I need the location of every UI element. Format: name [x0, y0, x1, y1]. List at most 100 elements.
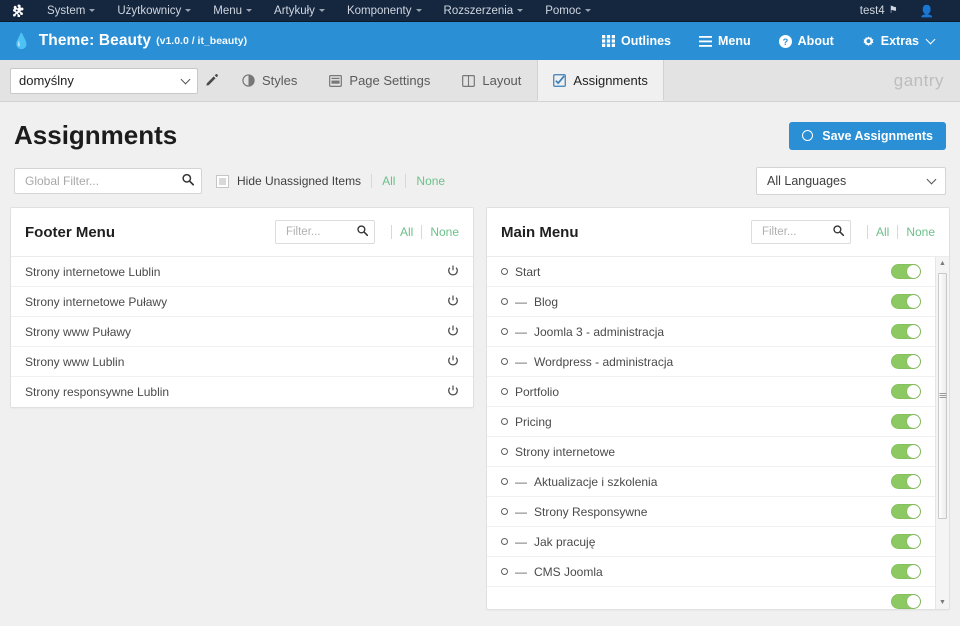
global-filter-input[interactable]	[23, 173, 175, 189]
card-footer-menu: Footer Menu All None Strony internetowe …	[10, 207, 474, 408]
admin-menu-item-menu[interactable]: Menu	[202, 0, 263, 22]
card-filter-input[interactable]	[759, 225, 826, 239]
admin-menu-label: Artykuły	[274, 4, 315, 17]
assignment-toggle[interactable]	[891, 534, 921, 549]
admin-menu-item-articles[interactable]: Artykuły	[263, 0, 336, 22]
theme-nav-extras[interactable]: Extras	[848, 34, 948, 48]
admin-menu-item-help[interactable]: Pomoc	[534, 0, 602, 22]
assignment-toggle[interactable]	[891, 294, 921, 309]
assignment-toggle[interactable]	[891, 444, 921, 459]
table-row[interactable]: — Aktualizacje i szkolenia	[487, 467, 935, 497]
row-label: CMS Joomla	[534, 564, 603, 579]
table-row[interactable]: — Wordpress - administracja	[487, 347, 935, 377]
admin-menu-item-system[interactable]: System	[36, 0, 106, 22]
hide-unassigned-checkbox[interactable]	[216, 174, 229, 188]
caret-icon	[517, 8, 524, 12]
table-row[interactable]: Strony internetowe Lublin	[11, 257, 473, 287]
table-row[interactable]: Strony internetowe Puławy	[11, 287, 473, 317]
hide-unassigned-label: Hide Unassigned Items	[237, 174, 362, 188]
row-label: Wordpress - administracja	[534, 354, 674, 369]
table-row[interactable]: — CMS Joomla	[487, 557, 935, 587]
card-select-all-link[interactable]: All	[876, 225, 889, 239]
table-row[interactable]: Start	[487, 257, 935, 287]
row-label-wrap: Pricing	[501, 415, 552, 429]
assignment-toggle[interactable]	[891, 414, 921, 429]
toggle-knob	[907, 415, 920, 428]
power-icon[interactable]	[447, 265, 459, 279]
language-select[interactable]: All Languages	[756, 167, 946, 195]
chevron-down-icon	[180, 74, 191, 84]
theme-nav-menu[interactable]: Menu	[685, 34, 765, 48]
table-row[interactable]: Strony internetowe	[487, 437, 935, 467]
toggle-knob	[907, 295, 920, 308]
theme-nav-about[interactable]: ? About	[765, 34, 848, 48]
admin-menu-item-users[interactable]: Użytkownicy	[106, 0, 202, 22]
table-row[interactable]: Strony responsywne Lublin	[11, 377, 473, 407]
power-icon[interactable]	[447, 295, 459, 309]
search-icon[interactable]	[182, 173, 195, 189]
vertical-scrollbar[interactable]: ▲ ▼	[935, 257, 949, 609]
scroll-up-arrow-icon[interactable]: ▲	[936, 257, 949, 270]
tab-styles[interactable]: Styles	[226, 60, 313, 101]
card-main-menu: Main Menu All None Start	[486, 207, 950, 610]
power-icon[interactable]	[447, 385, 459, 399]
user-menu[interactable]: 👤	[906, 4, 952, 18]
edit-outline-button[interactable]	[198, 73, 226, 89]
card-title: Main Menu	[501, 223, 579, 241]
tab-label: Styles	[262, 73, 298, 88]
circle-icon	[802, 130, 814, 141]
assignment-toggle[interactable]	[891, 474, 921, 489]
select-all-link[interactable]: All	[382, 174, 395, 188]
table-row[interactable]: Portfolio	[487, 377, 935, 407]
table-row[interactable]: — Blog	[487, 287, 935, 317]
power-icon[interactable]	[447, 325, 459, 339]
hide-unassigned-control[interactable]: Hide Unassigned Items	[216, 174, 361, 188]
assignment-toggle[interactable]	[891, 594, 921, 609]
scrollbar-thumb[interactable]	[938, 273, 947, 519]
layout-icon	[462, 74, 476, 87]
pencil-icon	[205, 73, 218, 86]
row-label-wrap: — Strony Responsywne	[501, 505, 647, 519]
admin-menu-item-components[interactable]: Komponenty	[336, 0, 433, 22]
search-icon[interactable]	[357, 225, 369, 239]
site-preview-link[interactable]: test4 ⚑	[852, 5, 906, 17]
save-button-label: Save Assignments	[822, 128, 933, 143]
assignment-toggle[interactable]	[891, 324, 921, 339]
table-row[interactable]: — Strony Responsywne	[487, 497, 935, 527]
card-select-none-link[interactable]: None	[906, 225, 935, 239]
hamburger-icon	[699, 35, 713, 47]
assignment-toggle[interactable]	[891, 354, 921, 369]
table-row[interactable]: — Joomla 3 - administracja	[487, 317, 935, 347]
assignment-cards: Footer Menu All None Strony internetowe …	[0, 207, 960, 610]
table-row[interactable]: Pricing	[487, 407, 935, 437]
table-row[interactable]: Strony www Puławy	[11, 317, 473, 347]
tab-layout[interactable]: Layout	[446, 60, 537, 101]
assignment-toggle[interactable]	[891, 504, 921, 519]
tab-page-settings[interactable]: Page Settings	[313, 60, 446, 101]
table-row[interactable]: Strony www Lublin	[11, 347, 473, 377]
save-assignments-button[interactable]: Save Assignments	[789, 121, 946, 150]
assignment-toggle[interactable]	[891, 564, 921, 579]
row-label: Blog	[534, 294, 559, 309]
theme-nav-outlines[interactable]: Outlines	[588, 34, 685, 48]
row-label-wrap: Strony internetowe	[501, 445, 615, 459]
outline-select[interactable]: domyślny	[10, 67, 198, 94]
external-link-icon: ⚑	[888, 5, 898, 16]
card-select-all-link[interactable]: All	[400, 225, 413, 239]
power-icon[interactable]	[447, 355, 459, 369]
select-none-link[interactable]: None	[416, 174, 445, 188]
tab-assignments[interactable]: Assignments	[537, 60, 664, 101]
table-row[interactable]	[487, 587, 935, 609]
assignment-toggle[interactable]	[891, 264, 921, 279]
table-row[interactable]: — Jak pracuję	[487, 527, 935, 557]
row-label: Strony internetowe	[515, 444, 616, 459]
card-links: All None	[859, 225, 935, 239]
assignment-toggle[interactable]	[891, 384, 921, 399]
joomla-logo-icon[interactable]	[8, 4, 26, 18]
card-filter-input[interactable]	[283, 225, 350, 239]
scroll-down-arrow-icon[interactable]: ▼	[936, 596, 949, 609]
card-select-none-link[interactable]: None	[430, 225, 459, 239]
card-header: Footer Menu All None	[11, 208, 473, 257]
search-icon[interactable]	[833, 225, 845, 239]
admin-menu-item-extensions[interactable]: Rozszerzenia	[433, 0, 535, 22]
